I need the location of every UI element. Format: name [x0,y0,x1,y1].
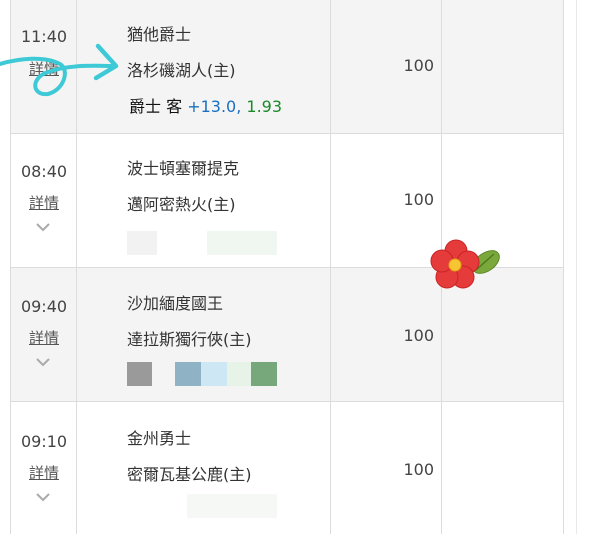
odds-column: 100 [331,0,442,133]
bet-handicap: +13.0, [187,97,242,116]
time-column: 09:10 詳情 [11,402,77,534]
home-team: 密爾瓦基公鹿(主) [127,465,252,484]
odds-value[interactable]: 100 [331,190,434,209]
details-link[interactable]: 詳情 [11,327,77,348]
time-column: 09:40 詳情 [11,268,77,401]
blurred-bet [127,362,152,386]
arrow-sticker-icon [0,43,119,97]
bet-selection: 爵士 客 +13.0, 1.93 [129,93,282,117]
odds-column: 100 [331,268,442,401]
details-link[interactable]: 詳情 [11,192,77,213]
home-team: 洛杉磯湖人(主) [127,61,236,80]
chevron-down-icon[interactable] [35,221,51,233]
blurred-bet [207,231,277,255]
game-time: 08:40 [20,162,68,181]
odds-value[interactable]: 100 [331,56,434,75]
blurred-bet [127,231,157,255]
odds-column: 100 [331,133,442,267]
chevron-down-icon[interactable] [35,491,51,503]
odds-value[interactable]: 100 [331,460,434,479]
teams-column: 金州勇士 密爾瓦基公鹿(主) [77,402,331,534]
game-time: 09:10 [20,432,68,451]
away-team: 沙加緬度國王 [127,294,224,313]
game-row: 09:10 詳情 金州勇士 密爾瓦基公鹿(主) 100 [11,402,563,534]
details-link[interactable]: 詳情 [11,462,77,483]
game-time: 09:40 [20,297,68,316]
odds-value[interactable]: 100 [331,326,434,345]
home-team: 邁阿密熱火(主) [127,195,236,214]
time-column: 08:40 詳情 [11,133,77,267]
blurred-bet [201,362,227,386]
teams-column: 波士頓塞爾提克 邁阿密熱火(主) [77,133,331,267]
blurred-bet [251,362,277,386]
flower-sticker-icon [430,239,500,289]
blurred-bet [175,362,201,386]
away-team: 金州勇士 [127,429,192,448]
odds-column: 100 [331,402,442,534]
away-team: 波士頓塞爾提克 [127,159,240,178]
scrollbar-track[interactable] [576,0,577,534]
teams-column: 沙加緬度國王 達拉斯獨行俠(主) [77,268,331,401]
blurred-bet [187,494,277,518]
bet-price: 1.93 [246,97,283,116]
away-team: 猶他爵士 [127,25,192,44]
bet-team: 爵士 客 [129,97,183,116]
blurred-bet [227,362,251,386]
chevron-down-icon[interactable] [35,356,51,368]
home-team: 達拉斯獨行俠(主) [127,330,252,349]
